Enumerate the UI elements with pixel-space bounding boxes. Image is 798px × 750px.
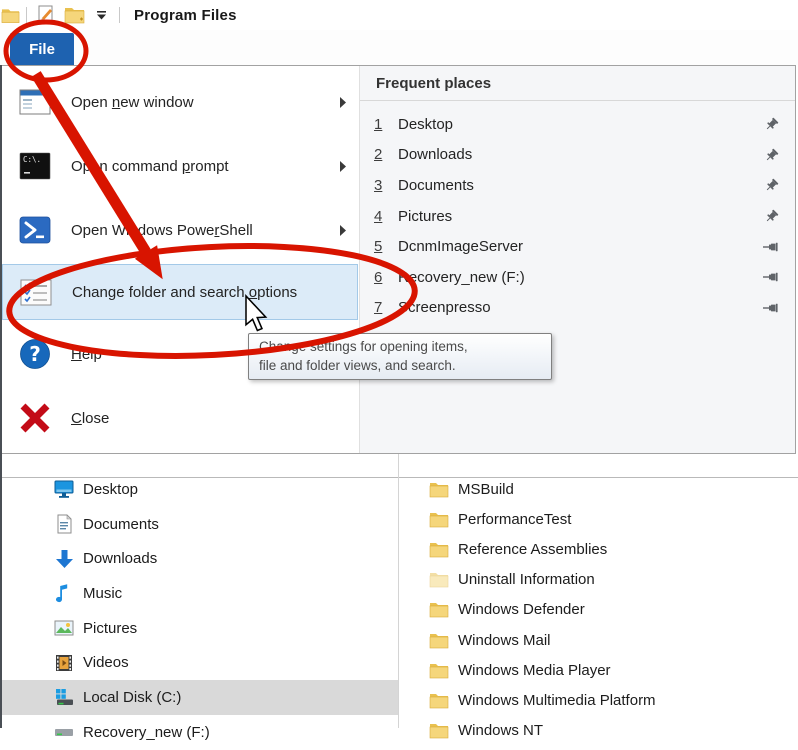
frequent-places-header: Frequent places (360, 66, 795, 101)
unpinned-icon[interactable] (761, 240, 779, 254)
frequent-place-dcnmimageserver[interactable]: 5 DcnmImageServer (360, 231, 795, 262)
submenu-arrow-icon (335, 161, 349, 172)
folder-item-windows-multimedia-platform[interactable]: Windows Multimedia Platform (399, 685, 798, 715)
frequent-place-desktop[interactable]: 1 Desktop (360, 109, 795, 140)
menu-item-close[interactable]: Close (1, 386, 359, 450)
app-folder-icon (1, 7, 20, 24)
folder-item-windows-media-player[interactable]: Windows Media Player (399, 655, 798, 685)
tooltip-line2: file and folder views, and search. (259, 356, 541, 375)
ribbon-tab-row: File (0, 30, 798, 65)
frequent-place-screenpresso[interactable]: 7 Screenpresso (360, 293, 795, 324)
command-prompt-icon: C:\. (15, 152, 55, 180)
folder-item-msbuild[interactable]: MSBuild (399, 474, 798, 504)
folder-item-reference-assemblies[interactable]: Reference Assemblies (399, 534, 798, 564)
videos-icon (54, 653, 74, 673)
folder-item-windows-mail[interactable]: Windows Mail (399, 625, 798, 655)
folder-icon (429, 722, 449, 739)
folder-icon (429, 692, 449, 709)
folder-icon (429, 632, 449, 649)
pinned-icon[interactable] (761, 209, 779, 223)
nav-item-downloads[interactable]: Downloads (2, 541, 398, 576)
folder-item-windows-nt[interactable]: Windows NT (399, 716, 798, 746)
customize-toolbar-chevron-icon[interactable] (96, 10, 107, 20)
folder-item-windows-defender[interactable]: Windows Defender (399, 595, 798, 625)
window-left-border (0, 65, 2, 728)
menu-item-open-new-window[interactable]: Open new window (1, 70, 359, 134)
submenu-arrow-icon (335, 97, 349, 108)
explorer-window: { "window": { "title": "Program Files" }… (0, 0, 798, 728)
tooltip-line1: Change settings for opening items, (259, 337, 541, 356)
submenu-arrow-icon (335, 225, 349, 236)
nav-item-pictures[interactable]: Pictures (2, 611, 398, 646)
nav-item-desktop[interactable]: Desktop (2, 472, 398, 507)
frequent-place-pictures[interactable]: 4 Pictures (360, 201, 795, 232)
nav-item-recovery-new-f[interactable]: Recovery_new (F:) (2, 715, 398, 750)
nav-item-music[interactable]: Music (2, 576, 398, 611)
frequent-place-downloads[interactable]: 2 Downloads (360, 140, 795, 171)
frequent-places-panel: Frequent places 1 Desktop 2 Downloads 3 … (359, 66, 795, 453)
frequent-place-documents[interactable]: 3 Documents (360, 170, 795, 201)
menu-item-label: Open Windows PowerShell (55, 222, 335, 239)
music-icon (54, 583, 74, 603)
menu-item-label: Close (55, 410, 335, 427)
menu-item-open-command-prompt[interactable]: C:\. Open command prompt (1, 134, 359, 198)
file-menu-button[interactable]: File (10, 33, 74, 65)
folder-icon (429, 481, 449, 498)
menu-item-label: Change folder and search options (56, 284, 334, 301)
nav-item-videos[interactable]: Videos (2, 645, 398, 680)
folder-icon (429, 571, 449, 588)
pinned-icon[interactable] (761, 117, 779, 131)
menu-item-label: Open command prompt (55, 158, 335, 175)
menu-item-label: Open new window (55, 94, 335, 111)
documents-icon (54, 514, 74, 534)
properties-icon[interactable] (37, 5, 55, 25)
tooltip: Change settings for opening items, file … (248, 333, 552, 380)
folder-icon (429, 541, 449, 558)
frequent-places-list: 1 Desktop 2 Downloads 3 Documents 4 Pict… (360, 101, 795, 323)
folder-item-uninstall-information[interactable]: Uninstall Information (399, 565, 798, 595)
frequent-place-recovery-new-f[interactable]: 6 Recovery_new (F:) (360, 262, 795, 293)
menu-item-open-windows-powershell[interactable]: Open Windows PowerShell (1, 198, 359, 262)
help-icon: ? (15, 338, 55, 370)
powershell-icon (15, 216, 55, 244)
toolbar-separator (26, 7, 27, 23)
new-folder-icon[interactable] (64, 6, 85, 24)
folder-icon (429, 511, 449, 528)
folder-icon (429, 662, 449, 679)
nav-item-local-disk-c[interactable]: Local Disk (C:) (2, 680, 398, 715)
close-icon (15, 402, 55, 434)
file-menu-items: Open new window C:\. Open command prompt… (1, 66, 359, 453)
window-title: Program Files (134, 7, 237, 24)
navigation-pane: Desktop Documents Downloads Music Pictur… (2, 472, 398, 750)
new-window-icon (15, 88, 55, 116)
toolbar-separator (119, 7, 120, 23)
downloads-icon (54, 549, 74, 569)
drive-icon (54, 722, 74, 742)
local-disk-icon (54, 687, 74, 707)
file-menu-panel: Open new window C:\. Open command prompt… (0, 65, 796, 454)
pinned-icon[interactable] (761, 178, 779, 192)
nav-item-documents[interactable]: Documents (2, 507, 398, 542)
folder-icon (429, 601, 449, 618)
pictures-icon (54, 618, 74, 638)
folder-options-icon (16, 279, 56, 306)
menu-item-change-folder-and-search-options[interactable]: Change folder and search options (2, 264, 358, 320)
desktop-icon (54, 479, 74, 499)
unpinned-icon[interactable] (761, 301, 779, 315)
svg-text:?: ? (29, 342, 41, 366)
title-bar: Program Files (0, 0, 798, 30)
pinned-icon[interactable] (761, 148, 779, 162)
svg-text:C:\.: C:\. (23, 155, 41, 164)
folder-content-pane: MSBuild PerformanceTest Reference Assemb… (399, 474, 798, 746)
folder-item-performancetest[interactable]: PerformanceTest (399, 504, 798, 534)
unpinned-icon[interactable] (761, 270, 779, 284)
